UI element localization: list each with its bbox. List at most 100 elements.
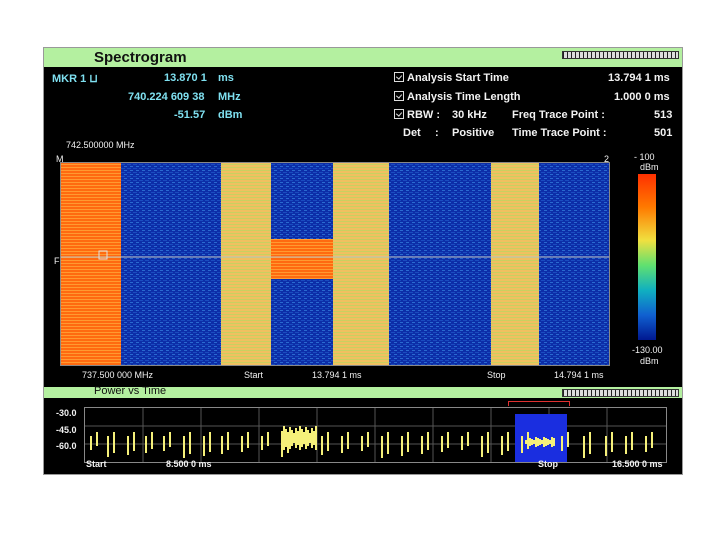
colorbar-top-unit: dBm [640,162,659,172]
trace-burst [611,432,613,452]
trace-burst [341,436,343,453]
trace-burst [583,436,585,458]
trace-burst [605,436,607,456]
rbw-setting[interactable]: RBW : [394,109,440,121]
detector-label: Det [403,127,421,139]
analysis-start-time-label: Analysis Start Time [407,72,509,84]
freq-trace-point-label: Freq Trace Point : [512,109,605,121]
spectrogram-display[interactable] [60,162,610,366]
trace-burst [361,436,363,451]
burst-region [61,163,121,365]
spectrogram-stop-value: 14.794 1 ms [554,370,604,380]
trace-burst [145,436,147,453]
time-trace-point-label: Time Trace Point : [512,127,607,139]
detector-value: Positive [452,127,495,139]
burst-region [221,163,271,365]
trace-burst [321,436,323,455]
power-vs-time-display[interactable] [84,407,667,463]
trace-burst [107,436,109,457]
spectrogram-header: Spectrogram [44,48,682,67]
trace-burst [90,436,92,450]
trace-burst [127,436,129,455]
pvt-header: Power vs Time [44,385,682,398]
trace-burst [427,432,429,450]
trace-burst [553,438,555,446]
trace-burst [545,438,547,446]
trace-burst [529,438,531,446]
trace-burst [533,440,535,444]
analysis-time-length-label: Analysis Time Length [407,91,521,103]
analysis-start-time[interactable]: Analysis Start Time [394,72,509,84]
marker-frequency: 740.224 609 38 [128,91,205,103]
trace-burst [189,432,191,454]
trace-burst [295,428,297,448]
analysis-time-length[interactable]: Analysis Time Length [394,91,521,103]
marker-level-unit: dBm [218,109,243,121]
pvt-scale-ruler [562,389,679,397]
spectrogram-bottom-frequency: 737.500 000 MHz [82,370,154,380]
trace-burst [549,440,551,444]
trace-burst [241,436,243,452]
marker-time-unit: ms [218,72,234,84]
colorbar-bottom-unit: dBm [640,356,659,366]
trace-burst [535,437,537,447]
trace-burst [133,432,135,451]
rbw-value: 30 kHz [452,109,487,121]
trace-burst [151,432,153,449]
trace-burst [651,432,653,448]
analysis-start-time-value: 13.794 1 ms [608,72,670,84]
marker-frequency-unit: MHz [218,91,241,103]
checkbox-icon [394,72,404,82]
trace-burst [283,426,285,450]
trace-burst [539,439,541,445]
trace-burst [387,432,389,454]
spectrogram-graphic [61,163,609,365]
trace-burst [297,431,299,445]
trace-burst [303,432,305,444]
trace-burst [447,432,449,448]
window-title: Spectrogram [94,49,187,66]
trace-burst [527,437,529,447]
trace-burst [367,432,369,447]
trace-burst [313,431,315,445]
trace-burst [203,436,205,456]
trace-burst [285,429,287,447]
trace-burst [301,429,303,447]
marker-label: MKR 1 ⊔ [52,73,98,85]
trace-burst [531,439,533,445]
checkbox-icon [394,109,404,119]
freq-trace-point-value: 513 [654,109,673,121]
trace-burst [227,432,229,450]
trace-burst [467,432,469,446]
marker-time: 13.870 1 [164,72,207,84]
pvt-start-value: 8.500 0 ms [166,459,212,469]
pvt-ytick: -30.0 [56,408,77,418]
pvt-stop-label: Stop [538,459,558,469]
trace-burst [311,428,313,448]
trace-burst [281,431,283,445]
trace-burst [645,436,647,452]
rbw-label: RBW : [407,109,440,121]
trace-burst [441,436,443,452]
trace-burst [407,432,409,452]
trace-burst [209,432,211,452]
pvt-title: Power vs Time [94,385,167,397]
trace-burst [327,432,329,451]
trace-burst [625,436,627,454]
pvt-start-label: Start [86,459,107,469]
analysis-window-bracket [508,401,570,406]
trace-burst [421,436,423,454]
burst-region [333,163,389,365]
trace-burst [547,439,549,445]
trace-burst [507,432,509,451]
analysis-time-length-value: 1.000 0 ms [614,91,670,103]
colorbar-top-value: - 100 [634,152,655,162]
trace-burst [525,440,527,444]
trace-burst [247,432,249,448]
marker-level: -51.57 [174,109,206,121]
trace-burst [287,432,289,444]
trace-burst [267,432,269,446]
trace-burst [537,438,539,446]
pvt-stop-value: 16.500 0 ms [612,459,663,469]
trace-burst [501,436,503,455]
